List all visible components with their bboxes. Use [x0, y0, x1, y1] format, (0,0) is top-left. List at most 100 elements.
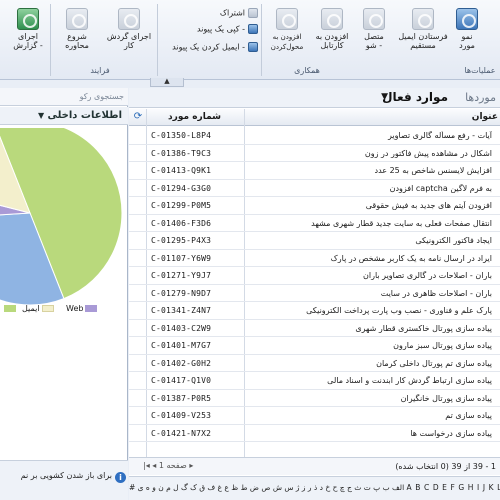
page-label: صفحه 1 [158, 461, 187, 470]
info-icon: i [115, 472, 126, 483]
breadcrumb-root[interactable]: موردها [465, 91, 496, 104]
grid-header: ⟳ شماره مورد عنوان [129, 109, 500, 126]
alphabet-filter[interactable]: # الف ب پ ت ث ج چ ح خ د ذ ر ز ژ س ش ص ض … [129, 476, 500, 500]
case-number-cell[interactable]: C-01279-N9D7 [151, 289, 241, 298]
legend-swatch-other [4, 305, 16, 312]
case-number-cell[interactable]: C-01387-P0R5 [151, 394, 241, 403]
case-title-cell[interactable]: آیات - رفع مسأله گالری تصاویر [252, 131, 492, 140]
case-title-cell[interactable]: انتقال صفحات فعلی به سایت جدید قطار شهری… [252, 219, 492, 228]
copy-link-button[interactable]: کپی یک پیوند - [186, 24, 258, 34]
table-row[interactable]: C-01341-Z4N7 پارک علم و فناوری - نصب وب پ… [129, 302, 500, 320]
case-title-cell[interactable]: افزایش لایسنس شاخص به 25 عدد [252, 166, 493, 175]
table-row[interactable]: C-01417-Q1V0 پیاده سازی ارتباط گردش کار ا… [129, 372, 500, 390]
email-link-button[interactable]: ایمیل کردن یک پیوند - [162, 42, 258, 52]
table-row[interactable]: C-01406-F3D6 انتقال صفحات فعلی به سایت جد… [129, 215, 500, 232]
share-button[interactable]: اشتراک [196, 8, 258, 18]
chart-header-label: اطلاعات داخلی [47, 110, 122, 121]
case-title-cell[interactable]: پیاده سازی تم [252, 411, 492, 420]
new-record-button[interactable]: نمو مورد [452, 8, 482, 50]
group-separator [157, 4, 158, 76]
add-to-queue-button[interactable]: افزودن به کارتابل [312, 8, 352, 50]
report-icon [17, 8, 39, 30]
share-icon [248, 8, 258, 18]
case-number-cell[interactable]: C-01421-N7X2 [151, 429, 241, 438]
table-row[interactable]: C-01386-T9C3 اشکال در مشاهده پیش فاکتور د… [129, 145, 500, 162]
column-header-number[interactable]: شماره مورد [147, 112, 242, 122]
case-title-cell[interactable]: پارک علم و فناوری - نصب وب پارت پرداخت ا… [252, 306, 492, 315]
table-row[interactable]: C-01421-N7X2 پیاده سازی درخواست ها [129, 425, 500, 442]
main-panel: موردها موارد فعال ▼ ⟳ شماره مورد عنوان C… [129, 88, 500, 500]
table-row[interactable]: C-01107-Y6W9 ایراد در ارسال نامه به یک کا… [129, 250, 500, 267]
case-title-cell[interactable]: پیاده سازی پورتال خاکستری قطار شهری [252, 324, 492, 333]
assign-icon [276, 8, 298, 30]
table-row[interactable]: C-01402-G0H2 پیاده سازی تم پورتال داخلی ک… [129, 355, 500, 372]
group-separator [50, 4, 51, 76]
group-label-ops: عملیات‌ها [464, 66, 496, 75]
case-title-cell[interactable]: پیاده سازی ارتباط گردش کار ابندنت و اسنا… [252, 376, 492, 385]
table-row[interactable]: C-01279-N9D7 باران - اصلاحات ظاهری در سای… [129, 285, 500, 302]
case-title-cell[interactable]: ایجاد فاکتور الکترونیکی [252, 236, 492, 245]
case-number-cell[interactable]: C-01107-Y6W9 [151, 254, 241, 263]
case-title-cell[interactable]: پیاده سازی درخواست ها [252, 429, 492, 438]
case-number-cell[interactable]: C-01341-Z4N7 [151, 306, 241, 315]
view-selector[interactable]: موارد فعال [382, 90, 448, 104]
collapse-ribbon-button[interactable]: ▲ [150, 78, 184, 87]
case-number-cell[interactable]: C-01299-P0M5 [151, 201, 241, 210]
case-title-cell[interactable]: ایراد در ارسال نامه به یک کاربر مشخص در … [252, 254, 492, 263]
connect-button[interactable]: متصل شو - [356, 8, 392, 50]
case-title-cell[interactable]: باران - اصلاحات در گالری تصاویر باران [252, 271, 492, 280]
case-title-cell[interactable]: پیاده سازی پورتال سبز مارون [252, 341, 492, 350]
column-header-title[interactable]: عنوان [248, 112, 498, 122]
table-row[interactable]: C-01387-P0R5 پیاده سازی پورتال خانگیران [129, 390, 500, 407]
chart-legend: Web ایمیل [0, 302, 128, 318]
case-title-cell[interactable]: پیاده سازی پورتال خانگیران [252, 394, 492, 403]
run-report-button[interactable]: اجرای گزارش - [10, 8, 46, 50]
case-number-cell[interactable]: C-01409-V253 [151, 411, 241, 420]
assign-button[interactable]: افزودن به محول‌کردن [264, 8, 310, 52]
table-row[interactable]: C-01295-P4X3 ایجاد فاکتور الکترونیکی [129, 232, 500, 250]
case-number-cell[interactable]: C-01406-F3D6 [151, 219, 241, 228]
case-number-cell[interactable]: C-01271-Y9J7 [151, 271, 241, 280]
case-number-cell[interactable]: C-01386-T9C3 [151, 149, 241, 158]
chart-header[interactable]: اطلاعات داخلی ▼ [0, 107, 128, 125]
table-row[interactable]: C-01350-L8P4 آیات - رفع مسأله گالری تصاوی… [129, 127, 500, 145]
case-number-cell[interactable]: C-01402-G0H2 [151, 359, 241, 368]
run-workflow-button[interactable]: اجرای گردش کار [104, 8, 154, 50]
start-dialog-button[interactable]: شروع محاوره [54, 8, 100, 50]
chevron-down-icon[interactable]: ▼ [381, 92, 388, 102]
case-number-cell[interactable]: C-01401-M7G7 [151, 341, 241, 350]
case-number-cell[interactable]: C-01350-L8P4 [151, 131, 241, 140]
case-number-cell[interactable]: C-01294-G3G0 [151, 184, 241, 193]
table-row[interactable]: C-01409-V253 پیاده سازی تم [129, 407, 500, 425]
case-title-cell[interactable]: پیاده سازی تم پورتال داخلی کرمان [252, 359, 492, 368]
table-row[interactable]: C-01271-Y9J7 باران - اصلاحات در گالری تصا… [129, 267, 500, 285]
case-title-cell[interactable]: افزودن captcha به فرم لاگین [252, 184, 492, 193]
record-status: 1 - 39 از 39 (0 انتخاب شده) [395, 462, 496, 471]
direct-email-button[interactable]: فرستادن ایمیل مستقیم [396, 8, 450, 50]
connect-label: متصل شو - [364, 32, 384, 50]
table-row[interactable]: C-01294-G3G0 افزودن captcha به فرم لاگین [129, 180, 500, 197]
refresh-icon[interactable]: ⟳ [132, 111, 144, 123]
share-label: اشتراک [219, 8, 245, 18]
case-title-cell[interactable]: افزودن آیتم های جدید به فیش حقوقی [252, 201, 492, 210]
new-record-label: نمو مورد [459, 32, 475, 50]
prev-page-button[interactable]: ◂ [152, 461, 156, 470]
search-input[interactable]: جستجوی رکو [0, 88, 128, 106]
table-row[interactable]: C-01401-M7G7 پیاده سازی پورتال سبز مارون [129, 337, 500, 355]
case-number-cell[interactable]: C-01403-C2W9 [151, 324, 241, 333]
group-label-process: فرایند [90, 66, 110, 75]
table-row[interactable]: C-01413-Q9K1 افزایش لایسنس شاخص به 25 عدد [129, 162, 500, 180]
case-number-cell[interactable]: C-01417-Q1V0 [151, 376, 241, 385]
case-title-cell[interactable]: اشکال در مشاهده پیش فاکتور در زون [252, 149, 492, 158]
table-row[interactable]: C-01403-C2W9 پیاده سازی پورتال خاکستری قط… [129, 320, 500, 337]
case-title-cell[interactable]: باران - اصلاحات ظاهری در سایت [252, 289, 492, 298]
link-icon [248, 24, 258, 34]
email-link-icon [248, 42, 258, 52]
first-page-button[interactable]: |◂ [143, 461, 150, 470]
case-number-cell[interactable]: C-01295-P4X3 [151, 236, 241, 245]
next-page-button[interactable]: ▸ [189, 461, 193, 470]
case-number-cell[interactable]: C-01413-Q9K1 [151, 166, 241, 175]
table-row[interactable]: C-01299-P0M5 افزودن آیتم های جدید به فیش … [129, 197, 500, 215]
page-nav: |◂ ◂ صفحه 1 ▸ [143, 461, 193, 470]
dialog-icon [66, 8, 88, 30]
